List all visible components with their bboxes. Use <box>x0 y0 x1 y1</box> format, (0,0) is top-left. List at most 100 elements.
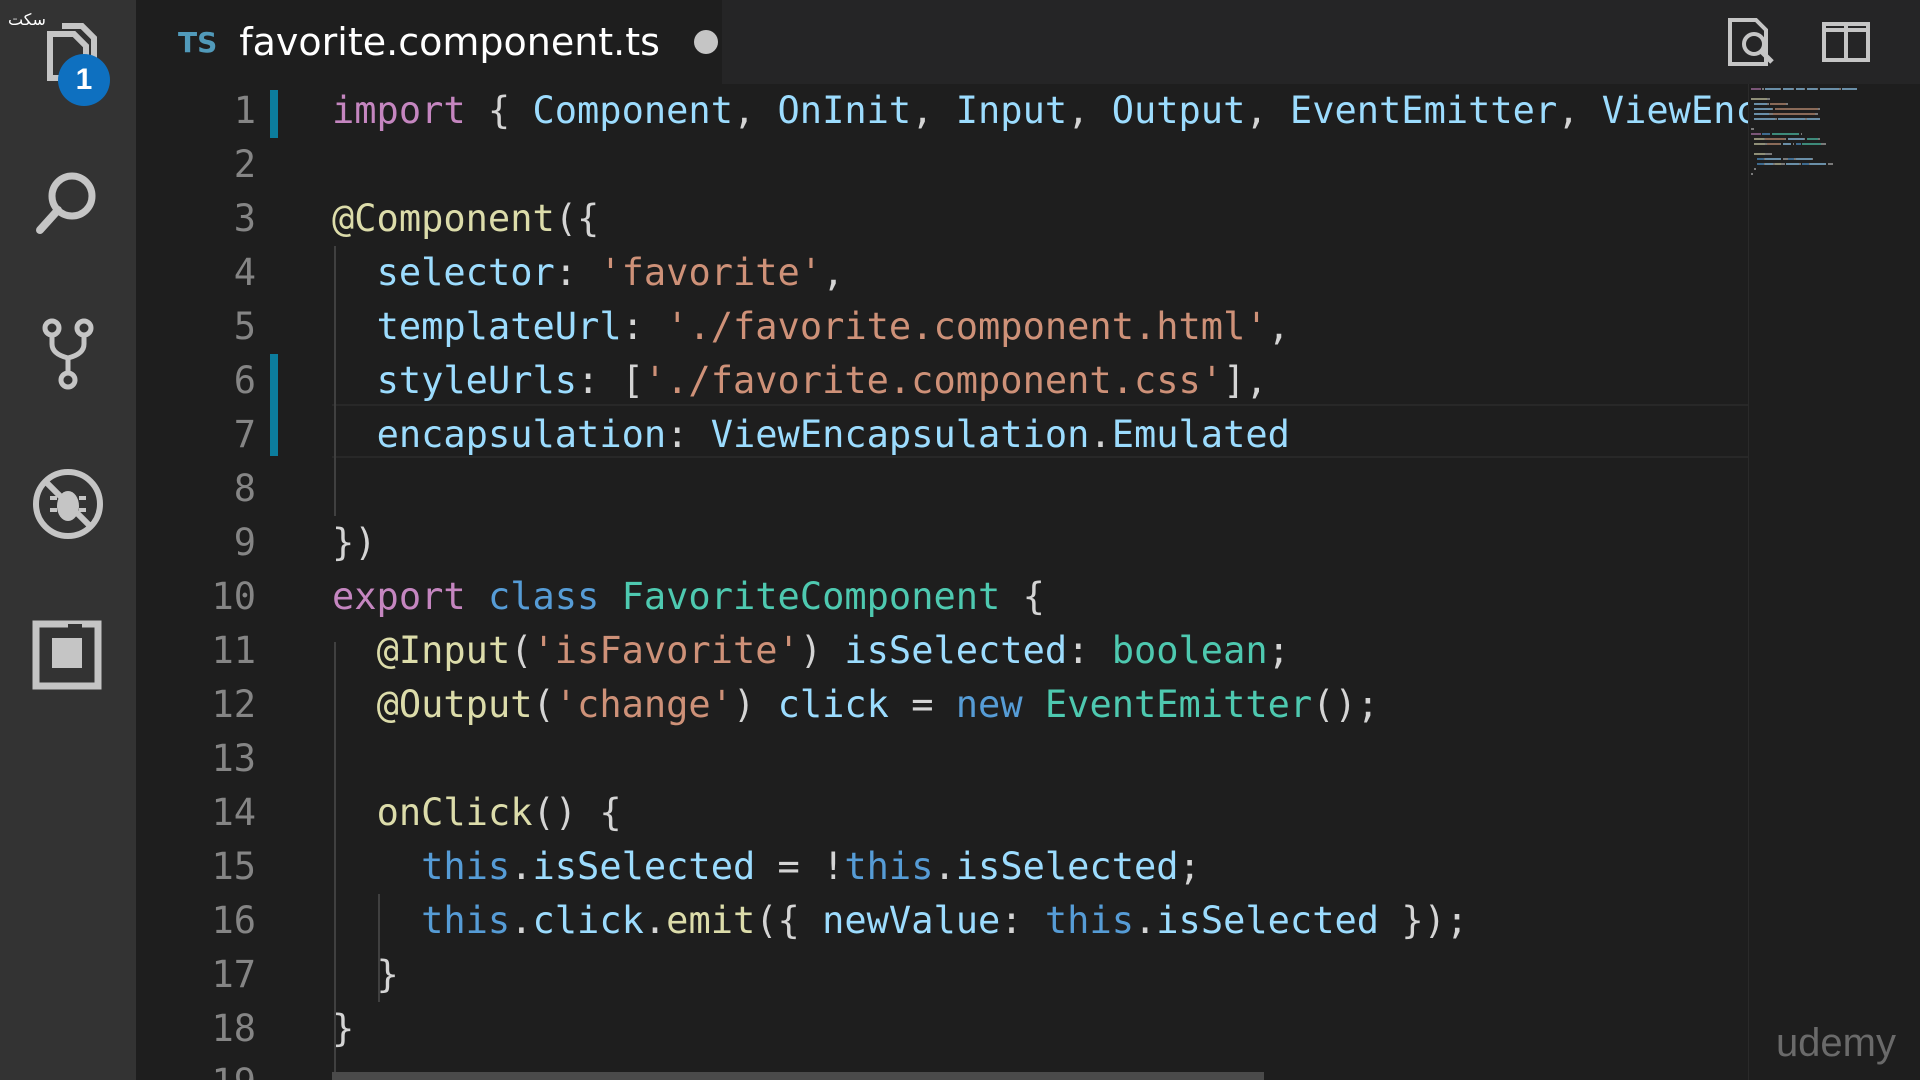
code-token: 'change' <box>554 683 733 726</box>
code-line[interactable]: 18} <box>136 1002 1748 1056</box>
code-line[interactable]: 5 templateUrl: './favorite.component.htm… <box>136 300 1748 354</box>
minimap-token <box>1765 138 1785 140</box>
minimap-token <box>1765 88 1780 90</box>
code-text: encapsulation: ViewEncapsulation.Emulate… <box>332 408 1290 462</box>
code-line[interactable]: 15 this.isSelected = !this.isSelected; <box>136 840 1748 894</box>
code-line[interactable]: 10 export class FavoriteComponent { <box>136 570 1748 624</box>
code-line[interactable]: 6 styleUrls: ['./favorite.component.css'… <box>136 354 1748 408</box>
code-token: : <box>621 305 667 348</box>
code-text: }) <box>332 516 377 570</box>
line-number: 8 <box>233 467 256 510</box>
explorer-button[interactable]: 1 <box>0 0 136 120</box>
code-token: @Component <box>332 197 555 240</box>
line-number: 6 <box>233 359 256 402</box>
debug-button[interactable] <box>0 444 136 564</box>
minimap-token <box>1767 98 1771 100</box>
minimap-token <box>1811 158 1814 160</box>
code-token: ; <box>1178 845 1201 888</box>
code-token: : <box>1000 899 1045 942</box>
activity-bar: سكت 1 <box>0 0 136 1080</box>
code-token: selector <box>376 251 555 294</box>
code-token: class <box>487 575 600 618</box>
code-line[interactable]: 3 @Component({ <box>136 192 1748 246</box>
code-line[interactable]: 12 @Output('change') click = new EventEm… <box>136 678 1748 732</box>
tab-favorite-component[interactable]: TS favorite.component.ts <box>136 0 722 84</box>
tab-title: favorite.component.ts <box>239 20 660 64</box>
code-token: @Output <box>376 683 533 726</box>
code-token: Output <box>1111 89 1246 132</box>
extensions-button[interactable] <box>0 594 136 714</box>
minimap-token <box>1803 88 1806 90</box>
code-line[interactable]: 13 <box>136 732 1748 786</box>
minimap-token <box>1765 158 1782 160</box>
code-line[interactable]: 16 this.click.emit({ newValue: this.isSe… <box>136 894 1748 948</box>
unsaved-dot-icon[interactable] <box>693 30 718 54</box>
minimap-token <box>1765 163 1774 165</box>
minimap-token <box>1771 108 1774 110</box>
source-control-button[interactable] <box>0 294 136 414</box>
minimap-token <box>1765 153 1772 155</box>
search-button[interactable] <box>0 144 136 264</box>
line-number: 16 <box>211 899 256 942</box>
code-token: , <box>1067 89 1112 132</box>
minimap-token <box>1754 113 1769 115</box>
minimap-token <box>1754 108 1772 110</box>
minimap-token <box>1784 138 1787 140</box>
code-token: Input <box>955 89 1068 132</box>
code-line[interactable]: 2 <box>136 138 1748 192</box>
extensions-icon <box>32 620 102 690</box>
line-number: 3 <box>233 197 256 240</box>
code-token: emit <box>666 899 756 942</box>
code-line[interactable]: 8 <box>136 462 1748 516</box>
minimap-token <box>1807 138 1819 140</box>
minimap-token <box>1787 138 1804 140</box>
minimap-token <box>1786 163 1799 165</box>
code-token: : [ <box>577 359 644 402</box>
minimap-token <box>1778 118 1806 120</box>
code-token: , <box>1245 89 1290 132</box>
code-line[interactable]: 14 onClick() { <box>136 786 1748 840</box>
code-token: ({ <box>755 899 823 942</box>
code-token: }); <box>1379 899 1469 942</box>
minimap-token <box>1762 88 1764 90</box>
minimap[interactable] <box>1748 84 1920 1080</box>
code-token: } <box>332 953 399 996</box>
typescript-icon: TS <box>178 25 218 59</box>
udemy-watermark: udemy <box>1775 1021 1896 1065</box>
minimap-token <box>1819 88 1839 90</box>
open-preview-icon[interactable] <box>1720 12 1780 72</box>
code-token: newValue <box>822 899 1001 942</box>
code-token: } <box>332 1007 355 1050</box>
code-token: = <box>888 683 956 726</box>
minimap-token <box>1779 88 1782 90</box>
minimap-token <box>1839 88 1841 90</box>
code-token: isSelected <box>955 845 1179 888</box>
split-editor-icon[interactable] <box>1816 12 1876 72</box>
code-editor[interactable]: 1 import { Component, OnInit, Input, Outp… <box>136 84 1748 1080</box>
horizontal-scrollbar[interactable] <box>332 1072 1264 1080</box>
code-line[interactable]: 7 encapsulation: ViewEncapsulation.Emula… <box>136 408 1748 462</box>
code-token: ( <box>532 683 555 726</box>
code-line[interactable]: 17 } <box>136 948 1748 1002</box>
minimap-token <box>1751 173 1753 175</box>
minimap-token <box>1786 103 1788 105</box>
code-token: ({ <box>554 197 600 240</box>
code-line[interactable]: 4 selector: 'favorite', <box>136 246 1748 300</box>
code-line[interactable]: 1 import { Component, OnInit, Input, Outp… <box>136 84 1748 138</box>
line-number: 10 <box>211 575 256 618</box>
code-text: onClick() { <box>332 786 622 840</box>
line-number: 4 <box>233 251 256 294</box>
code-token: click <box>777 683 889 726</box>
tab-bar: TS favorite.component.ts <box>136 0 1920 84</box>
code-token: styleUrls <box>376 359 578 402</box>
code-token: './favorite.component.css' <box>643 359 1224 402</box>
code-line[interactable]: 9}) <box>136 516 1748 570</box>
code-line[interactable]: 11 @Input('isFavorite') isSelected: bool… <box>136 624 1748 678</box>
line-number: 19 <box>136 1056 256 1080</box>
code-token: this <box>844 845 934 888</box>
code-text: selector: 'favorite', <box>332 246 845 300</box>
code-token: () { <box>532 791 622 834</box>
